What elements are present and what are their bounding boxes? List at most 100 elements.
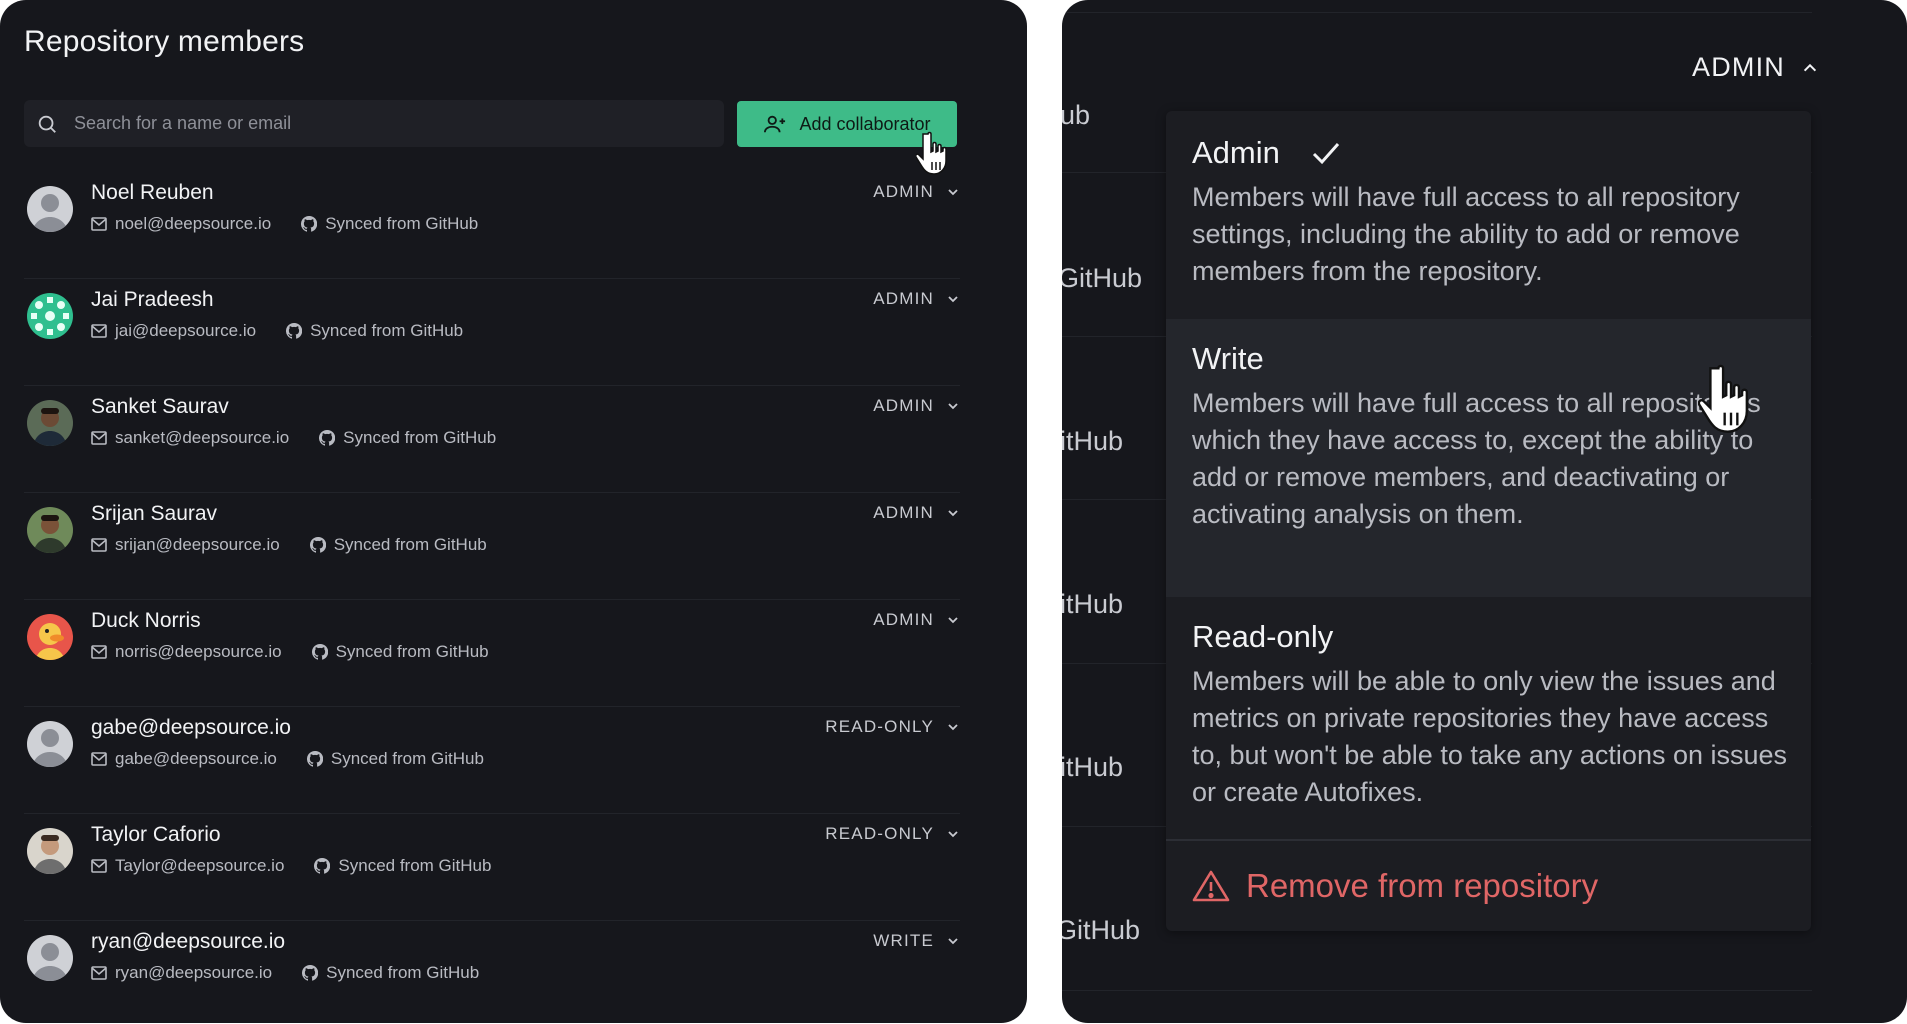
member-meta: Taylor@deepsource.io Synced from GitHub: [91, 856, 491, 876]
sync-status: Synced from GitHub: [310, 321, 464, 340]
member-row: Srijan Saurav srijan@deepsource.io Synced …: [24, 493, 960, 600]
chevron-down-icon: [948, 403, 958, 410]
add-collaborator-label: Add collaborator: [799, 113, 931, 134]
member-meta: sanket@deepsource.io Synced from GitHub: [91, 428, 496, 448]
role-label: ADMIN: [873, 289, 934, 308]
role-dropdown[interactable]: READ-ONLY: [825, 717, 960, 737]
role-dropdown[interactable]: ADMIN: [873, 610, 960, 630]
mail-icon: [91, 752, 107, 766]
member-meta: jai@deepsource.io Synced from GitHub: [91, 321, 463, 341]
sync-status: Synced from GitHub: [335, 642, 489, 661]
member-email: ryan@deepsource.io: [115, 963, 273, 982]
role-dropdown[interactable]: ADMIN: [873, 289, 960, 309]
chevron-down-icon: [948, 831, 958, 838]
search-placeholder: Search for a name or email: [74, 113, 292, 133]
member-row: Sanket Saurav sanket@deepsource.io Synced …: [24, 386, 960, 493]
role-option-title: Write: [1192, 341, 1264, 376]
role-label: ADMIN: [873, 503, 934, 522]
role-dropdown[interactable]: ADMIN: [873, 182, 960, 202]
mail-icon: [91, 217, 107, 231]
sync-status: Synced from GitHub: [343, 428, 497, 447]
background-text: ub: [1062, 100, 1091, 130]
member-row: Jai Pradeesh jai@deepsource.io Synced from…: [24, 279, 960, 386]
role-label: WRITE: [873, 931, 934, 950]
member-email: Taylor@deepsource.io: [115, 856, 285, 875]
hand-cursor-icon: [916, 131, 947, 175]
role-dropdown[interactable]: WRITE: [873, 931, 960, 951]
member-meta: gabe@deepsource.io Synced from GitHub: [91, 749, 484, 769]
member-meta: noel@deepsource.io Synced from GitHub: [91, 214, 478, 234]
remove-from-repository-button[interactable]: Remove from repository: [1192, 867, 1598, 905]
role-dropdown-panel: ub GitHub itHub itHub itHub GitHub ADMIN…: [1062, 0, 1907, 1023]
mail-icon: [91, 859, 107, 873]
mail-icon: [91, 645, 107, 659]
chevron-down-icon: [948, 617, 958, 624]
background-text: itHub: [1062, 752, 1124, 782]
role-option-title: Admin: [1192, 135, 1280, 170]
mail-icon: [91, 324, 107, 338]
background-text: itHub: [1062, 426, 1124, 456]
member-email: sanket@deepsource.io: [115, 428, 290, 447]
avatar: [27, 828, 73, 874]
avatar: [27, 721, 73, 767]
member-name: Sanket Saurav: [91, 395, 229, 418]
avatar: [27, 507, 73, 553]
member-meta: norris@deepsource.io Synced from GitHub: [91, 642, 489, 662]
member-email: norris@deepsource.io: [115, 642, 282, 661]
check-icon: [1312, 143, 1340, 165]
member-name: Duck Norris: [91, 609, 201, 632]
chevron-down-icon: [948, 296, 958, 303]
chevron-up-icon: [1803, 63, 1817, 71]
member-row: gabe@deepsource.io gabe@deepsource.io Sync…: [24, 707, 960, 814]
background-text: GitHub: [1062, 915, 1141, 945]
member-name: Jai Pradeesh: [91, 288, 214, 311]
avatar: [27, 186, 73, 232]
avatar: [27, 293, 73, 339]
member-email: srijan@deepsource.io: [115, 535, 280, 554]
search-icon: [38, 115, 56, 133]
github-icon: [306, 751, 323, 767]
sync-status: Synced from GitHub: [330, 749, 484, 768]
mail-icon: [91, 966, 107, 980]
chevron-down-icon: [948, 724, 958, 731]
search-input[interactable]: Search for a name or email: [24, 100, 724, 147]
role-option-description: Members will have full access to all rep…: [1192, 182, 1740, 286]
avatar: [27, 614, 73, 660]
role-label: READ-ONLY: [825, 824, 934, 843]
member-name: Srijan Saurav: [91, 502, 218, 525]
chevron-down-icon: [948, 189, 958, 196]
repository-members-panel: Repository members Search for a name or …: [0, 0, 1027, 1023]
member-row: ryan@deepsource.io ryan@deepsource.io Sync…: [24, 921, 960, 1023]
sync-status: Synced from GitHub: [338, 856, 492, 875]
mail-icon: [91, 431, 107, 445]
role-label: ADMIN: [873, 182, 934, 201]
role-dropdown[interactable]: ADMIN: [873, 396, 960, 416]
member-name: ryan@deepsource.io: [91, 930, 286, 953]
role-option-write[interactable]: Write Members will have full access to a…: [1166, 319, 1811, 597]
background-text: itHub: [1062, 589, 1124, 619]
chevron-down-icon: [948, 938, 958, 945]
role-dropdown[interactable]: READ-ONLY: [825, 824, 960, 844]
role-label: READ-ONLY: [825, 717, 934, 736]
github-icon: [309, 537, 326, 553]
current-role-label: ADMIN: [1692, 52, 1785, 82]
user-plus-icon: [764, 115, 786, 133]
role-dropdown-trigger[interactable]: ADMIN: [1692, 52, 1819, 83]
role-menu: Admin Members will have full access to a…: [1166, 111, 1811, 931]
member-email: gabe@deepsource.io: [115, 749, 277, 768]
role-label: ADMIN: [873, 610, 934, 629]
role-option-admin[interactable]: Admin Members will have full access to a…: [1166, 111, 1811, 319]
member-row: Taylor Caforio Taylor@deepsource.io Synced…: [24, 814, 960, 921]
member-name: Noel Reuben: [91, 181, 214, 204]
role-option-read-only[interactable]: Read-only Members will be able to only v…: [1166, 597, 1811, 839]
sync-status: Synced from GitHub: [333, 535, 487, 554]
role-dropdown[interactable]: ADMIN: [873, 503, 960, 523]
member-meta: ryan@deepsource.io Synced from GitHub: [91, 963, 479, 983]
remove-label: Remove from repository: [1246, 867, 1599, 904]
sync-status: Synced from GitHub: [326, 963, 480, 982]
member-meta: srijan@deepsource.io Synced from GitHub: [91, 535, 487, 555]
github-icon: [314, 858, 331, 874]
github-icon: [319, 430, 336, 446]
hand-cursor-icon: [1698, 364, 1749, 433]
github-icon: [301, 216, 318, 232]
